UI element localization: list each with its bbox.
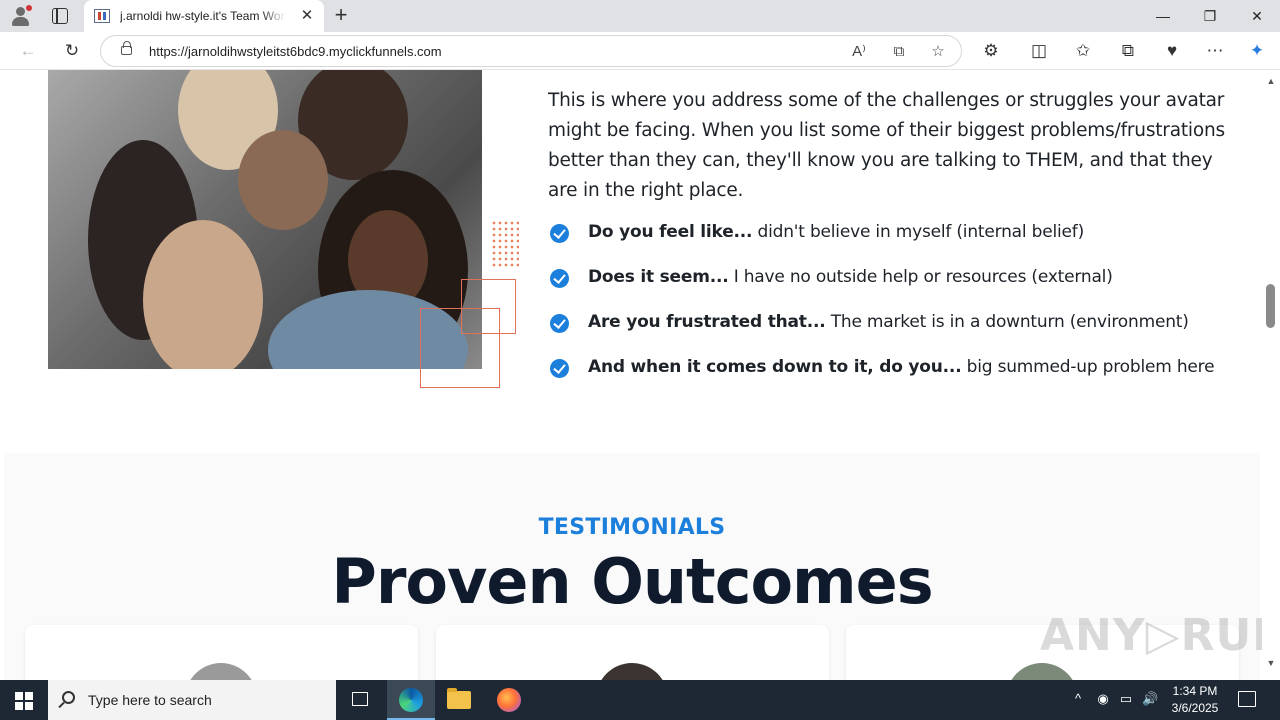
- bullet-text: big summed-up problem here: [961, 357, 1215, 377]
- favorite-star-icon[interactable]: ☆: [928, 42, 948, 62]
- search-placeholder: Type here to search: [88, 692, 212, 708]
- address-bar[interactable]: https://jarnoldihwstyleitst6bdc9.myclick…: [100, 35, 962, 67]
- close-window-button[interactable]: ✕: [1234, 0, 1280, 32]
- decorative-dots: [491, 220, 519, 268]
- problem-list-item: And when it comes down to it, do you... …: [550, 353, 1240, 398]
- search-icon: [62, 691, 75, 704]
- avatar: [185, 663, 257, 680]
- task-view-button[interactable]: [336, 680, 384, 720]
- edge-icon: [399, 688, 423, 712]
- tab-close-icon[interactable]: ✕: [298, 7, 316, 25]
- network-icon[interactable]: ▭: [1118, 691, 1134, 707]
- firefox-icon: [497, 688, 521, 712]
- split-screen-icon[interactable]: ◫: [1028, 40, 1050, 62]
- clock-date: 3/6/2025: [1171, 701, 1219, 715]
- bullet-text: I have no outside help or resources (ext…: [728, 267, 1113, 287]
- volume-icon[interactable]: 🔊: [1142, 691, 1158, 707]
- task-view-icon: [352, 692, 368, 706]
- testimonial-card: [25, 625, 418, 680]
- check-circle-icon: [550, 224, 569, 243]
- check-circle-icon: [550, 314, 569, 333]
- windows-taskbar: Type here to search ^ ◉ ▭ 🔊 1:34 PM 3/6/…: [0, 680, 1280, 720]
- settings-menu-icon[interactable]: ⋯: [1204, 40, 1226, 62]
- section-headline: Proven Outcomes: [331, 545, 933, 618]
- lock-icon[interactable]: [121, 41, 132, 55]
- collections-icon[interactable]: ⧉: [1117, 40, 1139, 62]
- browser-navbar: ← ↻ https://jarnoldihwstyleitst6bdc9.myc…: [0, 32, 1280, 70]
- browser-tab-active[interactable]: j.arnoldi hw-style.it's Team Work ✕: [84, 0, 324, 32]
- section-eyebrow: TESTIMONIALS: [538, 515, 726, 540]
- bullet-text: didn't believe in myself (internal belie…: [752, 222, 1085, 242]
- scroll-down-icon[interactable]: ▼: [1266, 658, 1276, 668]
- taskbar-firefox[interactable]: [485, 680, 533, 720]
- page-scrollbar[interactable]: ▲ ▼: [1262, 70, 1280, 680]
- intro-paragraph: This is where you address some of the ch…: [548, 90, 1225, 201]
- taskbar-search-box[interactable]: Type here to search: [48, 680, 336, 720]
- scroll-up-icon[interactable]: ▲: [1266, 76, 1276, 86]
- clock-time: 1:34 PM: [1172, 684, 1218, 698]
- tab-actions-icon[interactable]: [52, 8, 68, 24]
- scrollbar-thumb[interactable]: [1266, 284, 1275, 328]
- taskbar-file-explorer[interactable]: [435, 680, 483, 720]
- bullet-text: The market is in a downturn (environment…: [825, 312, 1189, 332]
- problem-list-item: Does it seem... I have no outside help o…: [550, 263, 1240, 308]
- bullet-lead: And when it comes down to it, do you...: [588, 357, 962, 377]
- taskbar-clock[interactable]: 1:34 PM 3/6/2025: [1164, 683, 1226, 717]
- immersive-reader-icon[interactable]: ⧉: [889, 42, 909, 62]
- taskbar-edge[interactable]: [387, 680, 435, 720]
- bullet-lead: Do you feel like...: [588, 222, 753, 242]
- problem-list-item: Are you frustrated that... The market is…: [550, 308, 1240, 353]
- problem-list-item: Do you feel like... didn't believe in my…: [550, 218, 1240, 263]
- windows-start-icon[interactable]: [15, 692, 33, 710]
- notifications-icon[interactable]: [1238, 691, 1256, 707]
- avatar: [596, 663, 668, 680]
- bullet-lead: Does it seem...: [588, 267, 729, 287]
- avatar: [1006, 663, 1078, 680]
- back-icon[interactable]: ←: [17, 40, 39, 62]
- tab-title: j.arnoldi hw-style.it's Team Work: [120, 9, 286, 23]
- site-favicon-icon: [94, 9, 110, 23]
- decorative-square: [420, 308, 500, 388]
- anyrun-watermark: ANY▷RUN: [1040, 610, 1262, 661]
- page-viewport: This is where you address some of the ch…: [0, 70, 1262, 680]
- browser-titlebar: j.arnoldi hw-style.it's Team Work ✕ + — …: [0, 0, 1280, 32]
- favorites-icon[interactable]: ✩: [1072, 40, 1094, 62]
- folder-icon: [447, 688, 471, 709]
- problem-list: Do you feel like... didn't believe in my…: [550, 218, 1240, 398]
- url-text[interactable]: https://jarnoldihwstyleitst6bdc9.myclick…: [149, 44, 442, 59]
- tray-device-icon[interactable]: ◉: [1095, 691, 1111, 707]
- browser-essentials-icon[interactable]: ♥: [1161, 40, 1183, 62]
- check-circle-icon: [550, 359, 569, 378]
- check-circle-icon: [550, 269, 569, 288]
- minimize-button[interactable]: —: [1140, 0, 1186, 32]
- new-tab-button[interactable]: +: [330, 4, 352, 28]
- copilot-icon[interactable]: ✦: [1246, 40, 1268, 62]
- extensions-icon[interactable]: ⚙: [980, 40, 1002, 62]
- testimonial-card: [436, 625, 829, 680]
- tray-chevron-icon[interactable]: ^: [1070, 691, 1086, 707]
- group-of-women-photo: [48, 70, 482, 369]
- profile-icon[interactable]: [10, 5, 32, 27]
- restore-button[interactable]: ❐: [1187, 0, 1233, 32]
- read-aloud-icon[interactable]: A⁾: [849, 42, 869, 62]
- bullet-lead: Are you frustrated that...: [588, 312, 826, 332]
- refresh-icon[interactable]: ↻: [61, 40, 83, 62]
